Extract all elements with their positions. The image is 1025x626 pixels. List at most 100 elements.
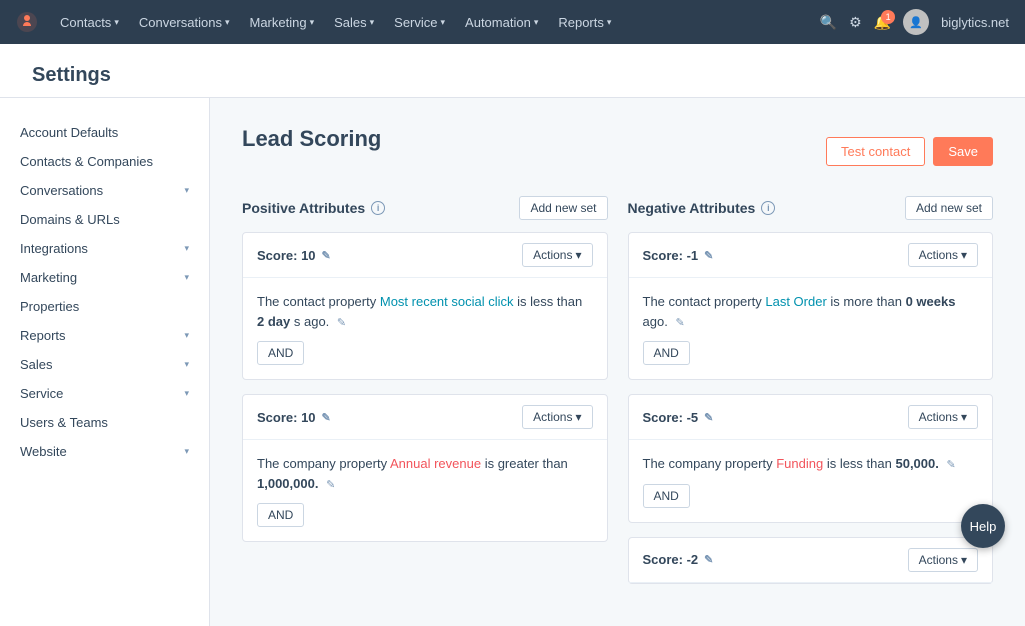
negative-score-card-2-header: Score: -5 ✎ Actions ▾ (629, 395, 993, 440)
nav-marketing[interactable]: Marketing▾ (239, 0, 324, 44)
chevron-icon: ▾ (184, 330, 189, 341)
notifications-icon[interactable]: 🔔 1 (874, 14, 891, 31)
nav-service[interactable]: Service▾ (384, 0, 455, 44)
negative-rule-2-edit-icon[interactable]: ✎ (946, 459, 955, 471)
sidebar-item-conversations[interactable]: Conversations ▾ (0, 176, 209, 205)
chevron-down-icon: ▾ (961, 410, 967, 424)
nav-sales[interactable]: Sales▾ (324, 0, 384, 44)
negative-and-button-1[interactable]: AND (643, 341, 690, 365)
positive-col-title: Positive Attributes i (242, 200, 385, 216)
chevron-down-icon: ▾ (961, 248, 967, 262)
positive-rule-2-edit-icon[interactable]: ✎ (326, 479, 335, 491)
sidebar-item-integrations[interactable]: Integrations ▾ (0, 234, 209, 263)
sidebar-item-contacts-companies[interactable]: Contacts & Companies (0, 147, 209, 176)
negative-add-new-set-button[interactable]: Add new set (905, 196, 993, 220)
page-header: Lead Scoring Test contact Save (242, 126, 993, 176)
positive-score-card-2-header: Score: 10 ✎ Actions ▾ (243, 395, 607, 440)
search-icon[interactable]: 🔍 (820, 14, 837, 31)
main-layout: Account Defaults Contacts & Companies Co… (0, 98, 1025, 626)
negative-score-card-2: Score: -5 ✎ Actions ▾ The company proper… (628, 394, 994, 523)
negative-score-card-1-body: The contact property Last Order is more … (629, 278, 993, 379)
positive-rule-1-link[interactable]: Most recent social click (380, 294, 514, 309)
sidebar-item-marketing[interactable]: Marketing ▾ (0, 263, 209, 292)
positive-score-card-2-body: The company property Annual revenue is g… (243, 440, 607, 541)
negative-rule-1-edit-icon[interactable]: ✎ (675, 317, 684, 329)
negative-and-button-2[interactable]: AND (643, 484, 690, 508)
attributes-columns: Positive Attributes i Add new set Score:… (242, 196, 993, 598)
notif-badge: 1 (881, 10, 895, 24)
positive-score-1-label: Score: 10 ✎ (257, 248, 331, 263)
negative-rule-2-text: The company property Funding is less tha… (643, 454, 979, 474)
nav-contacts[interactable]: Contacts▾ (50, 0, 129, 44)
nav-right: 🔍 ⚙ 🔔 1 👤 biglytics.net (820, 9, 1009, 35)
negative-rule-1-link[interactable]: Last Order (765, 294, 826, 309)
positive-score-2-edit-icon[interactable]: ✎ (322, 411, 331, 424)
chevron-icon: ▾ (184, 272, 189, 283)
save-button[interactable]: Save (933, 137, 993, 166)
header-actions: Test contact Save (826, 137, 993, 166)
negative-score-1-actions-button[interactable]: Actions ▾ (908, 243, 978, 267)
positive-score-card-1-body: The contact property Most recent social … (243, 278, 607, 379)
chevron-down-icon: ▾ (575, 248, 581, 262)
negative-score-card-1: Score: -1 ✎ Actions ▾ The contact proper… (628, 232, 994, 380)
chevron-icon: ▾ (184, 185, 189, 196)
positive-score-card-1-header: Score: 10 ✎ Actions ▾ (243, 233, 607, 278)
sidebar-item-service[interactable]: Service ▾ (0, 379, 209, 408)
positive-col-header: Positive Attributes i Add new set (242, 196, 608, 220)
negative-score-card-1-header: Score: -1 ✎ Actions ▾ (629, 233, 993, 278)
negative-score-1-label: Score: -1 ✎ (643, 248, 714, 263)
chevron-icon: ▾ (184, 446, 189, 457)
nav-reports[interactable]: Reports▾ (548, 0, 621, 44)
nav-automation[interactable]: Automation▾ (455, 0, 548, 44)
sidebar-item-sales[interactable]: Sales ▾ (0, 350, 209, 379)
negative-score-1-edit-icon[interactable]: ✎ (704, 249, 713, 262)
chevron-icon: ▾ (184, 359, 189, 370)
negative-score-2-label: Score: -5 ✎ (643, 410, 714, 425)
settings-title: Settings (32, 64, 993, 87)
chevron-down-icon: ▾ (961, 553, 967, 567)
nav-logo[interactable] (16, 11, 38, 33)
settings-icon[interactable]: ⚙ (849, 14, 862, 31)
negative-score-2-actions-button[interactable]: Actions ▾ (908, 405, 978, 429)
sidebar: Account Defaults Contacts & Companies Co… (0, 98, 210, 626)
positive-score-1-actions-button[interactable]: Actions ▾ (522, 243, 592, 267)
positive-info-icon: i (371, 201, 385, 215)
negative-rule-2-link[interactable]: Funding (776, 456, 823, 471)
chevron-down-icon: ▾ (575, 410, 581, 424)
negative-attributes-col: Negative Attributes i Add new set Score:… (628, 196, 994, 598)
chevron-icon: ▾ (184, 388, 189, 399)
negative-info-icon: i (761, 201, 775, 215)
negative-score-card-3: Score: -2 ✎ Actions ▾ (628, 537, 994, 584)
positive-attributes-col: Positive Attributes i Add new set Score:… (242, 196, 608, 598)
positive-add-new-set-button[interactable]: Add new set (519, 196, 607, 220)
sidebar-item-domains-urls[interactable]: Domains & URLs (0, 205, 209, 234)
nav-domain[interactable]: biglytics.net (941, 15, 1009, 30)
positive-and-button-2[interactable]: AND (257, 503, 304, 527)
negative-rule-1-text: The contact property Last Order is more … (643, 292, 979, 331)
positive-rule-2-link[interactable]: Annual revenue (390, 456, 481, 471)
help-button[interactable]: Help (961, 504, 1005, 548)
positive-rule-1-edit-icon[interactable]: ✎ (337, 317, 346, 329)
negative-score-2-edit-icon[interactable]: ✎ (704, 411, 713, 424)
positive-and-button-1[interactable]: AND (257, 341, 304, 365)
positive-score-card-1: Score: 10 ✎ Actions ▾ The contact proper… (242, 232, 608, 380)
content-area: Lead Scoring Test contact Save Positive … (210, 98, 1025, 626)
chevron-icon: ▾ (184, 243, 189, 254)
sidebar-item-users-teams[interactable]: Users & Teams (0, 408, 209, 437)
nav-items: Contacts▾ Conversations▾ Marketing▾ Sale… (50, 0, 820, 44)
negative-score-card-3-header: Score: -2 ✎ Actions ▾ (629, 538, 993, 583)
negative-col-header: Negative Attributes i Add new set (628, 196, 994, 220)
positive-score-1-edit-icon[interactable]: ✎ (322, 249, 331, 262)
settings-title-area: Settings (0, 44, 1025, 98)
sidebar-item-reports[interactable]: Reports ▾ (0, 321, 209, 350)
sidebar-item-properties[interactable]: Properties (0, 292, 209, 321)
sidebar-item-website[interactable]: Website ▾ (0, 437, 209, 466)
sidebar-item-account-defaults[interactable]: Account Defaults (0, 118, 209, 147)
test-contact-button[interactable]: Test contact (826, 137, 925, 166)
avatar[interactable]: 👤 (903, 9, 929, 35)
negative-score-3-edit-icon[interactable]: ✎ (704, 553, 713, 566)
positive-score-2-actions-button[interactable]: Actions ▾ (522, 405, 592, 429)
positive-rule-1-text: The contact property Most recent social … (257, 292, 593, 331)
positive-rule-2-text: The company property Annual revenue is g… (257, 454, 593, 493)
nav-conversations[interactable]: Conversations▾ (129, 0, 240, 44)
